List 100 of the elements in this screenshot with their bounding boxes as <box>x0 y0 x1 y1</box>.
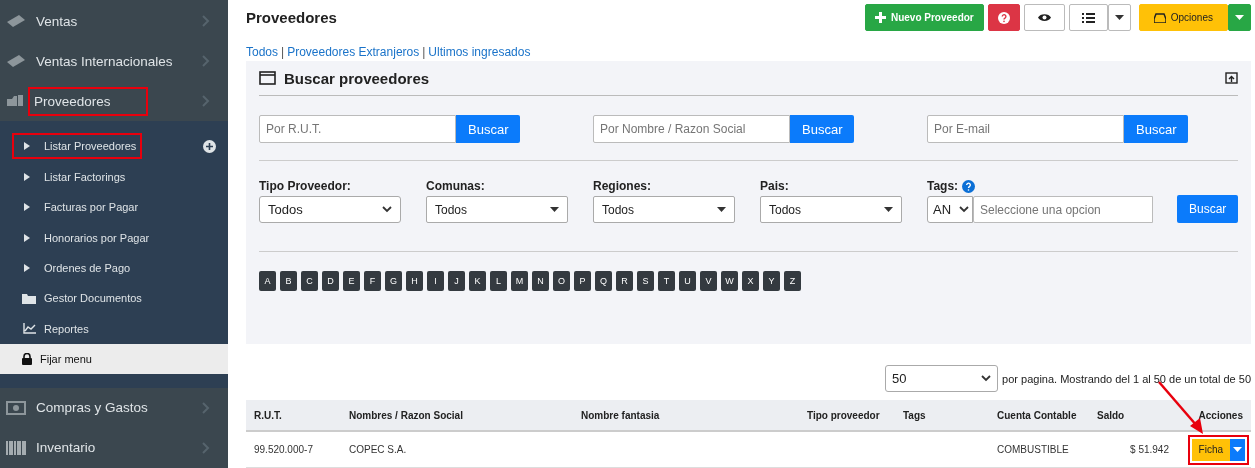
letter-button[interactable]: T <box>658 271 675 292</box>
letter-button[interactable]: Q <box>595 271 612 292</box>
filter-link[interactable]: Todos <box>246 45 279 60</box>
triangle-icon <box>24 142 30 151</box>
submenu-label: Gestor Documentos <box>12 285 148 312</box>
sidebar-item[interactable]: Compras y Gastos <box>0 387 228 428</box>
filter-select[interactable]: Todos <box>760 196 902 224</box>
letter-button[interactable]: S <box>637 271 654 292</box>
chart-icon <box>23 323 36 335</box>
submenu-item[interactable]: Facturas por Pagar <box>0 191 228 223</box>
letter-button[interactable]: U <box>679 271 696 292</box>
pin-menu-item[interactable]: Fijar menu <box>0 343 228 374</box>
letter-button[interactable]: Y <box>763 271 780 292</box>
letter-button[interactable]: G <box>385 271 402 292</box>
submenu-label: Listar Proveedores <box>12 133 143 160</box>
collapse-icon[interactable] <box>1225 72 1238 85</box>
window-icon <box>259 71 276 86</box>
sidebar-label: Ventas <box>35 12 79 31</box>
link-separator: | <box>422 45 426 60</box>
table-cell: $ 51.942 <box>1089 432 1177 468</box>
letter-button[interactable]: H <box>406 271 423 292</box>
search-field[interactable]: Por R.U.T. <box>259 115 456 144</box>
letter-button[interactable]: B <box>280 271 297 292</box>
letter-button[interactable]: R <box>616 271 633 292</box>
chevron-icon <box>382 206 392 214</box>
help-button[interactable] <box>987 4 1020 32</box>
submenu-item[interactable]: Listar Proveedores <box>0 131 228 162</box>
list-button[interactable] <box>1068 4 1108 32</box>
filter-link[interactable]: Proveedores Extranjeros <box>287 45 420 60</box>
submenu-label: Ordenes de Pago <box>12 254 137 281</box>
sidebar-label: Inventario <box>35 439 97 458</box>
caret-icon <box>1114 15 1124 21</box>
tags-field[interactable]: Seleccione una opcion <box>973 196 1153 224</box>
filter-link[interactable]: Ultimos ingresados <box>428 45 531 60</box>
plus-circle-icon[interactable] <box>203 139 216 153</box>
caret-icon <box>550 207 559 213</box>
help-icon <box>997 11 1010 24</box>
sidebar-label: Proveedores <box>28 86 148 116</box>
options-button[interactable]: Opciones <box>1138 4 1228 32</box>
eye-icon <box>1037 13 1051 23</box>
letter-button[interactable]: I <box>427 271 444 292</box>
column-header: Acciones <box>1177 400 1251 432</box>
panel-title: Buscar proveedores <box>259 69 430 87</box>
letter-button[interactable]: X <box>742 271 759 292</box>
chevron-icon <box>202 15 210 27</box>
search-field[interactable]: Por E-mail <box>927 115 1124 144</box>
inbox-icon <box>1153 12 1166 23</box>
triangle-icon <box>24 203 30 212</box>
letter-button[interactable]: P <box>574 271 591 292</box>
column-header: Nombre fantasia <box>573 400 799 432</box>
filter-label: Pais: <box>760 179 790 194</box>
operator-select[interactable]: AN <box>927 196 973 224</box>
submenu-label: Facturas por Pagar <box>12 194 145 221</box>
letter-button[interactable]: V <box>700 271 717 292</box>
letter-button[interactable]: L <box>490 271 507 292</box>
chevron-icon <box>202 95 210 108</box>
submenu-label: Listar Factorings <box>12 163 132 190</box>
filter-select[interactable]: Todos <box>426 196 568 224</box>
letter-button[interactable]: J <box>448 271 465 292</box>
search-button[interactable]: Buscar <box>456 115 521 144</box>
chevron-icon <box>202 441 210 454</box>
filter-select[interactable]: Todos <box>593 196 735 224</box>
search-button[interactable]: Buscar <box>790 115 855 144</box>
list-icon <box>1081 12 1095 23</box>
caret-icon <box>1235 15 1244 21</box>
filter-label: Comunas: <box>426 179 486 194</box>
letter-button[interactable]: C <box>301 271 318 292</box>
sidebar-item[interactable]: Ventas <box>0 1 228 42</box>
table-cell: COMBUSTIBLE <box>989 432 1089 468</box>
sidebar-item[interactable]: Ventas Internacionales <box>0 41 228 82</box>
view-button[interactable] <box>1023 4 1065 32</box>
column-header: R.U.T. <box>246 400 341 432</box>
letter-button[interactable]: Z <box>784 271 801 292</box>
per-page-select[interactable]: 50 <box>885 365 999 392</box>
letter-button[interactable]: O <box>553 271 570 292</box>
submenu-item[interactable]: Listar Factorings <box>0 161 228 192</box>
dropdown-button[interactable] <box>1107 4 1131 32</box>
letter-button[interactable]: N <box>532 271 549 292</box>
table-cell: COPEC S.A. <box>341 432 573 468</box>
barcode-icon <box>6 440 26 455</box>
letter-button[interactable]: E <box>343 271 360 292</box>
letter-button[interactable]: K <box>469 271 486 292</box>
filter-label: Tags: <box>927 179 959 194</box>
submenu-item[interactable]: Honorarios por Pagar <box>0 222 228 253</box>
filter-search-button[interactable]: Buscar <box>1177 195 1239 224</box>
sidebar-item[interactable]: Inventario <box>0 427 228 468</box>
submenu-item[interactable]: Gestor Documentos <box>0 283 228 314</box>
sidebar-item[interactable]: Proveedores <box>0 81 228 122</box>
letter-button[interactable]: A <box>259 271 276 292</box>
letter-button[interactable]: D <box>322 271 339 292</box>
help-icon[interactable] <box>962 179 976 193</box>
search-button[interactable]: Buscar <box>1124 115 1189 144</box>
letter-button[interactable]: F <box>364 271 381 292</box>
letter-button[interactable]: W <box>721 271 738 292</box>
search-field[interactable]: Por Nombre / Razon Social <box>593 115 790 144</box>
letter-button[interactable]: M <box>511 271 528 292</box>
record-button[interactable]: Ficha <box>1191 438 1230 461</box>
submenu-item[interactable]: Ordenes de Pago <box>0 252 228 284</box>
submenu-item[interactable]: Reportes <box>0 313 228 344</box>
filter-select[interactable]: Todos <box>259 196 401 224</box>
